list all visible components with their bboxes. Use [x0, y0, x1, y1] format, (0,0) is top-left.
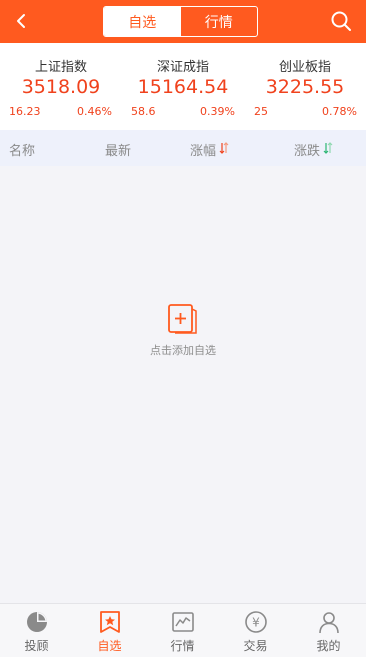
index-value: 15164.54	[137, 76, 229, 98]
back-icon[interactable]	[12, 11, 30, 31]
empty-hint[interactable]: 点击添加自选	[0, 342, 366, 358]
nav-watchlist[interactable]: 自选	[73, 604, 146, 657]
index-percent: 0.78%	[322, 105, 357, 118]
index-name: 创业板指	[278, 60, 331, 75]
yuan-icon: ¥	[245, 611, 267, 633]
search-icon[interactable]	[330, 10, 352, 32]
index-percent: 0.39%	[200, 105, 235, 118]
index-change: 16.23	[9, 105, 41, 118]
nav-label: 投顾	[24, 639, 49, 653]
tab-watchlist[interactable]: 自选	[104, 7, 181, 36]
index-cyb[interactable]: 创业板指 3225.55 25 0.78%	[244, 43, 366, 130]
col-latest: 最新	[105, 144, 132, 159]
nav-label: 我的	[316, 639, 341, 653]
add-watchlist-icon[interactable]	[167, 304, 199, 334]
nav-label: 交易	[243, 639, 268, 653]
index-change: 25	[254, 105, 268, 118]
index-value: 3225.55	[265, 76, 345, 98]
index-change: 58.6	[131, 105, 156, 118]
index-panel: 上证指数 3518.09 16.23 0.46% 深证成指 15164.54 5…	[0, 43, 366, 130]
star-bookmark-icon	[100, 611, 120, 633]
sort-icon[interactable]	[323, 142, 333, 154]
user-icon	[319, 612, 339, 634]
nav-label: 自选	[97, 639, 122, 653]
tab-market[interactable]: 行情	[181, 7, 258, 36]
line-chart-icon	[172, 612, 194, 632]
nav-advisor[interactable]: 投顾	[0, 604, 73, 657]
col-name: 名称	[9, 144, 36, 159]
col-change[interactable]: 涨跌	[294, 140, 320, 159]
top-bar: 自选 行情	[0, 0, 366, 43]
bottom-nav: 投顾 自选 行情 ¥ 交易 我的	[0, 603, 366, 657]
nav-trade[interactable]: ¥ 交易	[219, 604, 292, 657]
nav-profile[interactable]: 我的	[292, 604, 365, 657]
col-change-pct[interactable]: 涨幅	[190, 140, 216, 159]
index-sh[interactable]: 上证指数 3518.09 16.23 0.46%	[0, 43, 122, 130]
column-header: 名称 最新 涨幅 涨跌	[0, 130, 366, 166]
nav-market[interactable]: 行情	[146, 604, 219, 657]
index-name: 上证指数	[34, 60, 87, 75]
segmented-control: 自选 行情	[103, 6, 258, 37]
pie-chart-icon	[27, 612, 47, 632]
index-sz[interactable]: 深证成指 15164.54 58.6 0.39%	[122, 43, 244, 130]
index-name: 深证成指	[156, 60, 209, 75]
index-value: 3518.09	[21, 76, 101, 98]
nav-label: 行情	[170, 639, 195, 653]
index-percent: 0.46%	[77, 105, 112, 118]
svg-text:¥: ¥	[252, 616, 260, 630]
sort-icon[interactable]	[219, 142, 229, 154]
